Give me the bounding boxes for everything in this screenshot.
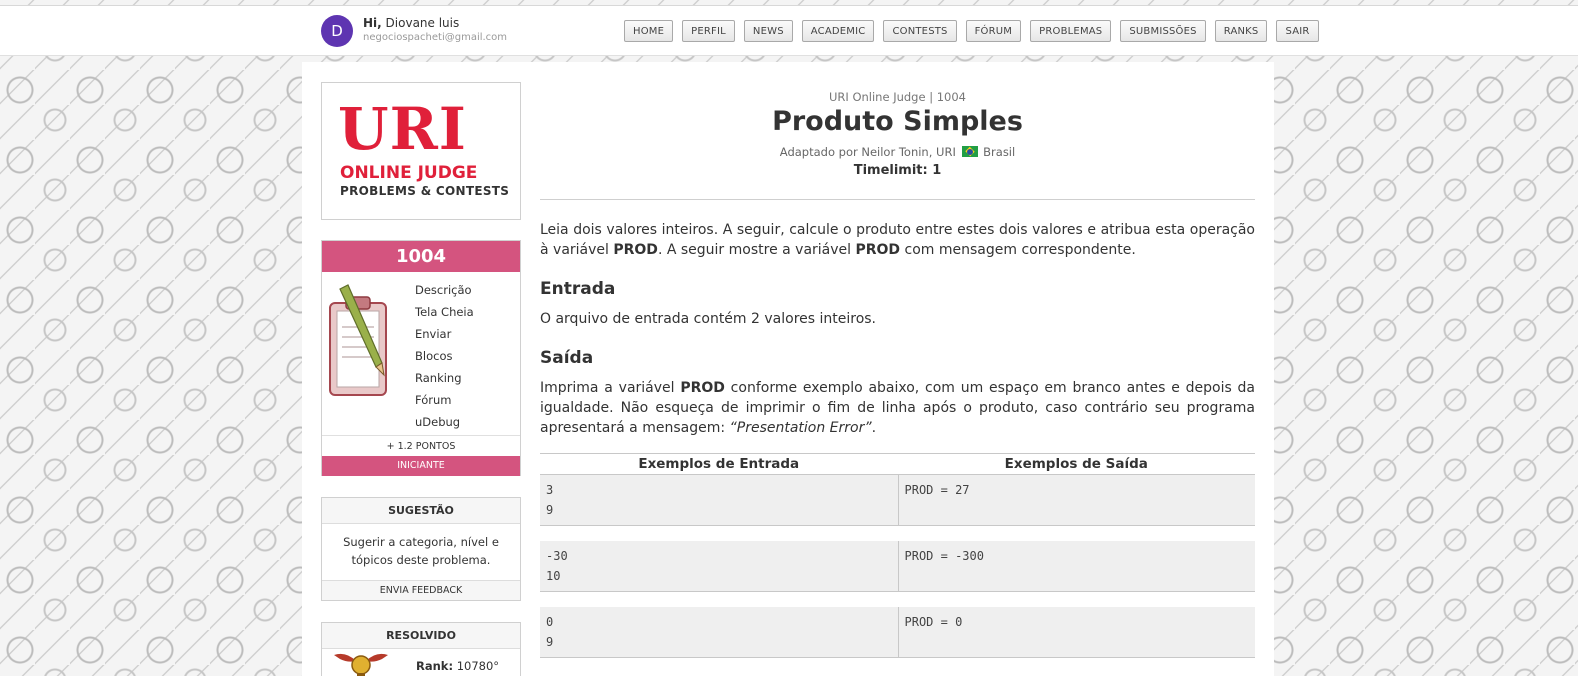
avatar[interactable]: D xyxy=(321,15,353,47)
greeting-prefix: Hi, xyxy=(363,16,382,30)
desc-part-2: . A seguir mostre a variável xyxy=(657,242,856,258)
author-text: Adaptado por Neilor Tonin, URI xyxy=(779,145,956,159)
nav-contests-button[interactable]: CONTESTS xyxy=(883,20,957,42)
nav-academic-button[interactable]: ACADEMIC xyxy=(801,20,875,42)
desc-var-prod-2: PROD xyxy=(855,242,901,258)
nav-news-button[interactable]: NEWS xyxy=(743,20,793,42)
example-output-cell: PROD = 27 xyxy=(897,475,1256,525)
menu-forum-link[interactable]: Fórum xyxy=(415,389,474,411)
menu-blocos-link[interactable]: Blocos xyxy=(415,345,474,367)
output-heading: Saída xyxy=(540,348,594,368)
suggestion-text: Sugerir a categoria, nível e tópicos des… xyxy=(343,535,499,567)
nav-ranks-button[interactable]: RANKS xyxy=(1214,20,1268,42)
logo-online-judge: ONLINE JUDGE xyxy=(340,163,478,183)
problem-points: + 1.2 PONTOS xyxy=(322,435,520,456)
desc-part-3: com mensagem correspondente. xyxy=(900,242,1136,258)
main-nav: HOME PERFIL NEWS ACADEMIC CONTESTS FÓRUM… xyxy=(624,20,1328,42)
problem-description: Leia dois valores inteiros. A seguir, ca… xyxy=(540,220,1255,260)
solved-box: RESOLVIDO Rank: 10780° xyxy=(321,622,521,676)
output-description: Imprima a variável PROD conforme exemplo… xyxy=(540,378,1255,438)
example-output-cell: PROD = 0 xyxy=(897,607,1256,657)
problem-breadcrumb: URI Online Judge | 1004 xyxy=(828,90,966,104)
examples-table: Exemplos de Entrada Exemplos de Saída 3 … xyxy=(540,453,1255,673)
out-part-1: Imprima a variável xyxy=(540,380,681,396)
examples-output-header: Exemplos de Saída xyxy=(1004,456,1148,472)
nav-forum-button[interactable]: FÓRUM xyxy=(965,20,1022,42)
site-logo[interactable]: URI ONLINE JUDGE PROBLEMS & CONTESTS xyxy=(321,82,521,220)
example-input-cell: -30 10 xyxy=(546,549,568,583)
suggestion-box: SUGESTÃO Sugerir a categoria, nível e tó… xyxy=(321,497,521,601)
problem-level-badge[interactable]: INICIANTE xyxy=(322,456,520,476)
out-var-prod: PROD xyxy=(680,380,725,396)
desc-var-prod-1: PROD xyxy=(613,242,658,258)
suggestion-title: SUGESTÃO xyxy=(322,498,520,524)
problem-menu: Descrição Tela Cheia Enviar Blocos Ranki… xyxy=(415,279,474,433)
table-row: -30 10 PROD = -300 xyxy=(540,541,1255,592)
user-rank: Rank: 10780° xyxy=(416,659,499,673)
out-part-3: . xyxy=(871,420,877,436)
trophy-wings-icon xyxy=(334,653,388,676)
rank-label: Rank: xyxy=(416,659,454,673)
examples-header: Exemplos de Entrada Exemplos de Saída xyxy=(540,453,1255,475)
menu-enviar-link[interactable]: Enviar xyxy=(415,323,474,345)
problem-sidebar-box: 1004 Descrição Tela Cheia Enviar Blocos … xyxy=(321,240,521,476)
input-heading: Entrada xyxy=(540,279,616,299)
header-divider xyxy=(540,199,1255,200)
brazil-flag-icon xyxy=(961,146,978,157)
example-input-cell: 3 9 xyxy=(546,483,554,517)
solved-title: RESOLVIDO xyxy=(322,623,520,649)
send-feedback-button[interactable]: ENVIA FEEDBACK xyxy=(322,580,520,600)
clipboard-pencil-icon xyxy=(329,284,387,396)
input-description: O arquivo de entrada contém 2 valores in… xyxy=(540,311,877,327)
problem-author: Adaptado por Neilor Tonin, URI Brasil xyxy=(540,145,1255,159)
problem-title: Produto Simples xyxy=(772,106,1023,137)
menu-udebug-link[interactable]: uDebug xyxy=(415,411,474,433)
nav-problemas-button[interactable]: PROBLEMAS xyxy=(1030,20,1112,42)
table-row: 3 9 PROD = 27 xyxy=(540,475,1255,526)
user-greeting: Hi, Diovane luis xyxy=(363,16,459,30)
author-country: Brasil xyxy=(983,145,1016,159)
nav-submissoes-button[interactable]: SUBMISSÕES xyxy=(1120,20,1206,42)
problem-timelimit: Timelimit: 1 xyxy=(853,163,942,178)
problem-number: 1004 xyxy=(322,241,520,272)
nav-perfil-button[interactable]: PERFIL xyxy=(682,20,735,42)
user-email: negociospacheti@gmail.com xyxy=(363,32,508,43)
nav-home-button[interactable]: HOME xyxy=(624,20,674,42)
top-bar: D Hi, Diovane luis negociospacheti@gmail… xyxy=(0,5,1578,56)
examples-input-header: Exemplos de Entrada xyxy=(638,456,800,472)
logo-uri-text: URI xyxy=(338,95,467,163)
out-presentation-error: “Presentation Error” xyxy=(729,420,872,436)
table-row: 0 9 PROD = 0 xyxy=(540,607,1255,658)
rank-value: 10780° xyxy=(456,659,500,673)
logo-problems-contests: PROBLEMS & CONTESTS xyxy=(340,184,510,198)
example-output-cell: PROD = -300 xyxy=(897,541,1256,591)
menu-descricao-link[interactable]: Descrição xyxy=(415,279,474,301)
menu-tela-cheia-link[interactable]: Tela Cheia xyxy=(415,301,474,323)
user-name: Diovane luis xyxy=(385,16,460,30)
main-container: URI ONLINE JUDGE PROBLEMS & CONTESTS 100… xyxy=(302,62,1274,676)
nav-sair-button[interactable]: SAIR xyxy=(1276,20,1319,42)
menu-ranking-link[interactable]: Ranking xyxy=(415,367,474,389)
example-input-cell: 0 9 xyxy=(546,615,554,649)
